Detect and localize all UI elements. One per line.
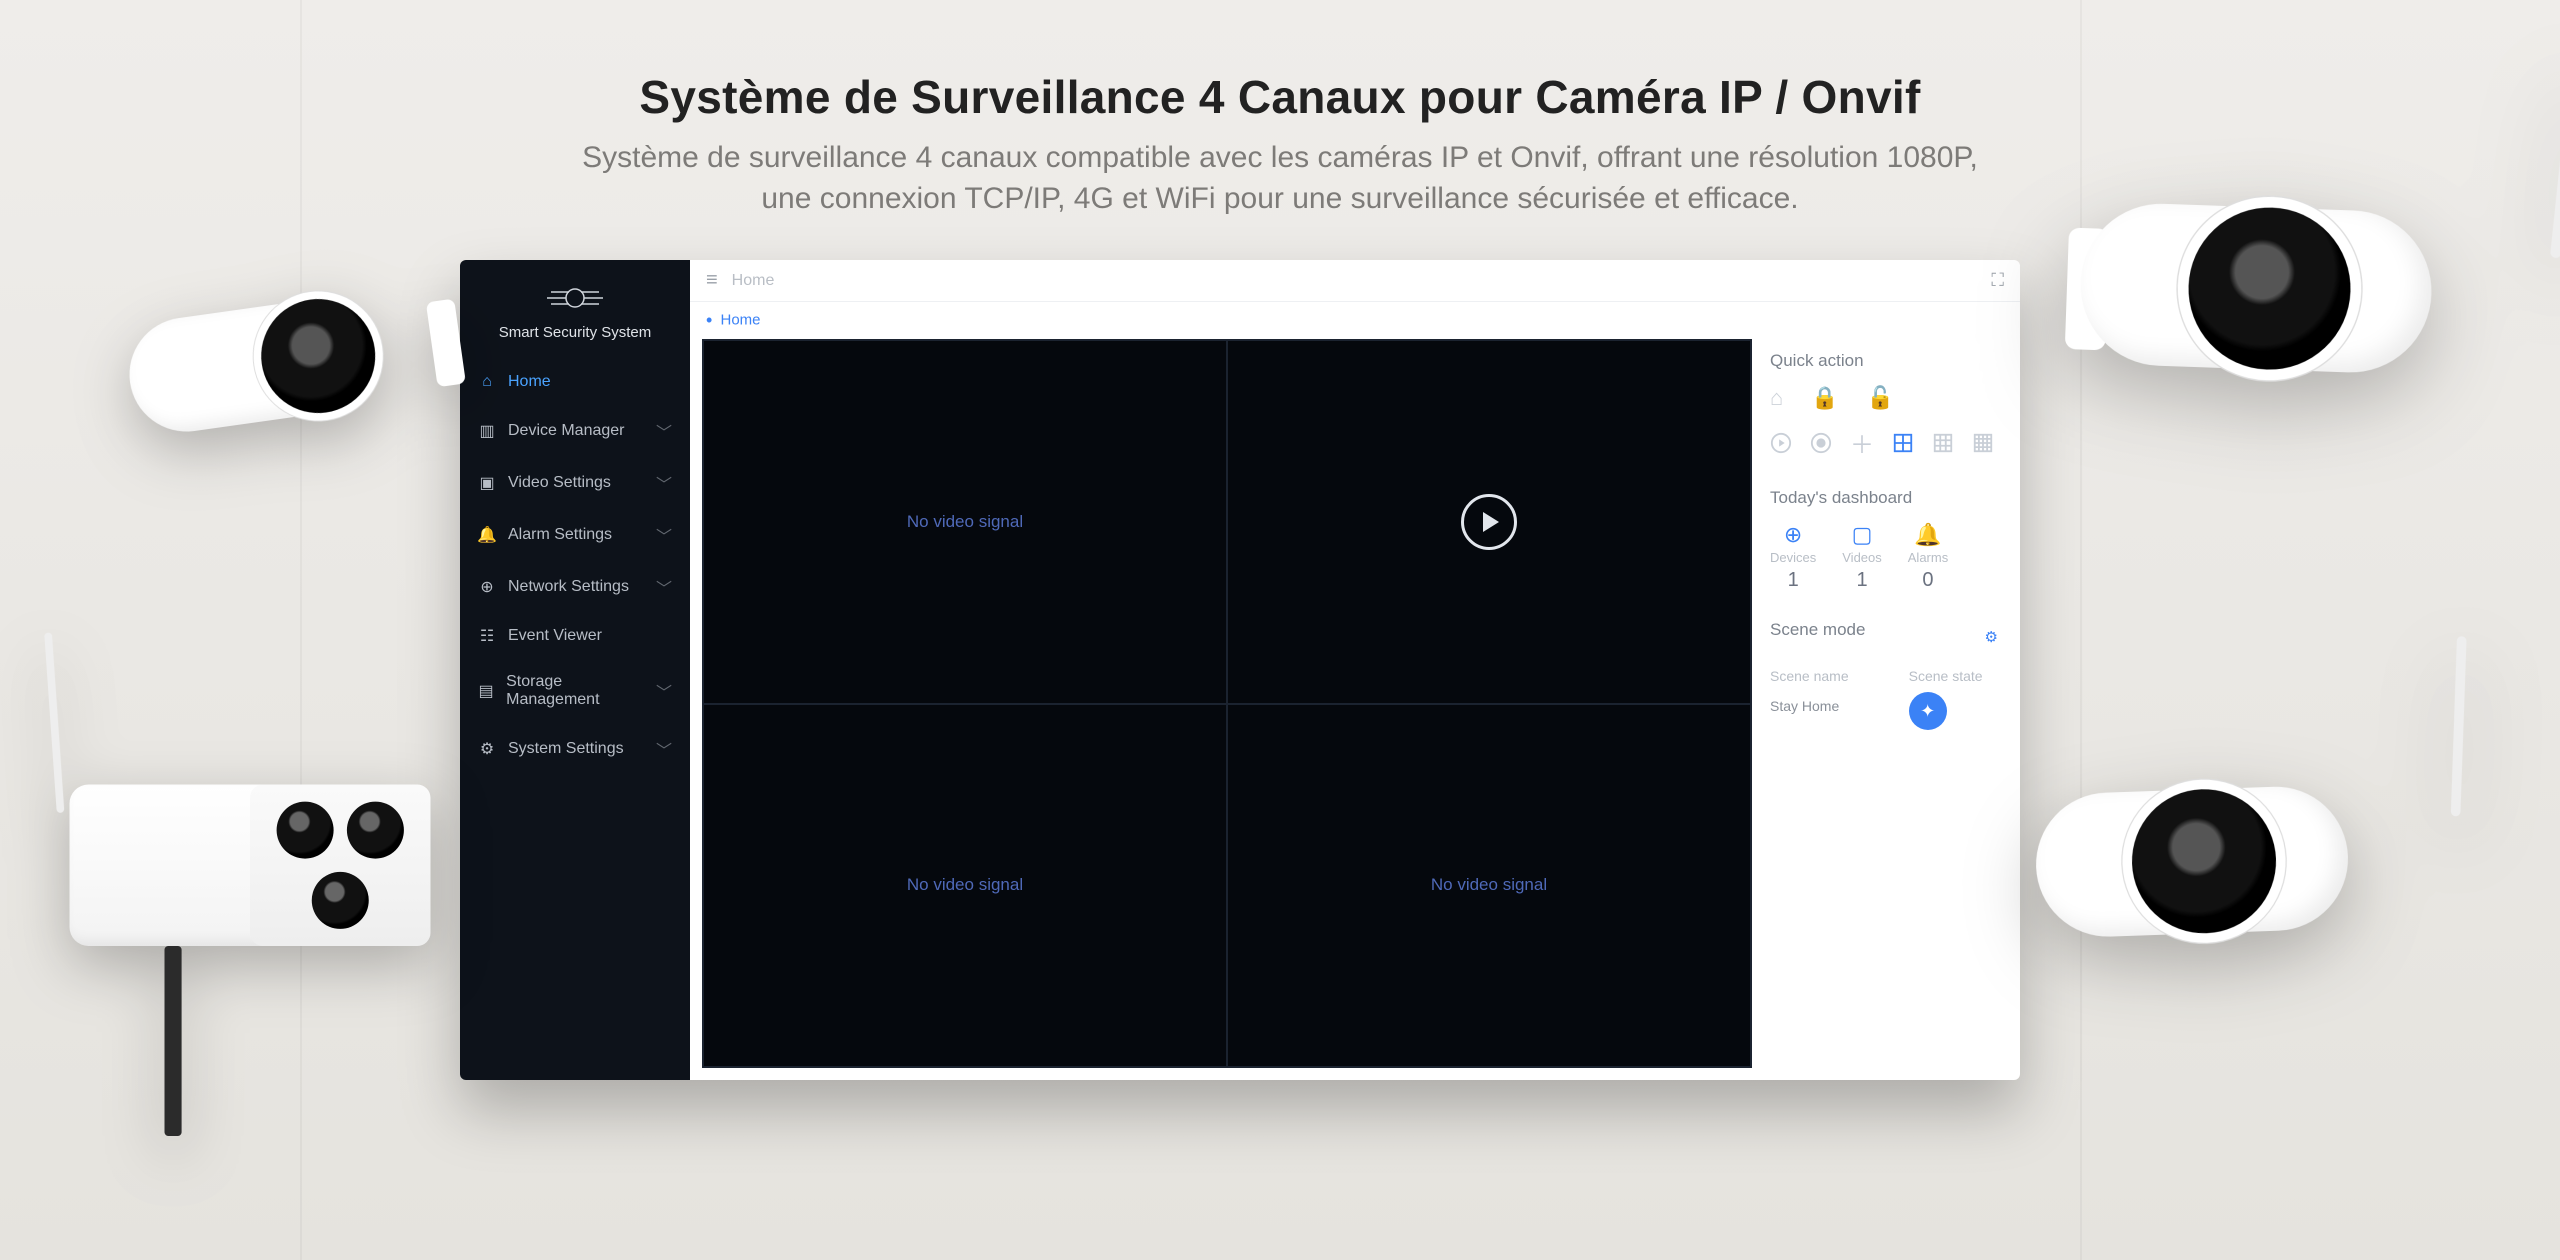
- dash-label: Alarms: [1908, 550, 1948, 565]
- brand: Smart Security System: [460, 260, 690, 351]
- page-title: Système de Surveillance 4 Canaux pour Ca…: [0, 70, 2560, 124]
- scene-toggle-button[interactable]: ✦: [1909, 692, 1947, 730]
- sidebar-item-network-settings[interactable]: ⊕ Network Settings ﹀: [460, 561, 690, 613]
- play-circle-icon[interactable]: [1770, 432, 1792, 454]
- chevron-down-icon: ﹀: [656, 471, 672, 495]
- camera-image-bottom-left: [70, 766, 431, 975]
- unlock-icon[interactable]: 🔓: [1867, 385, 1894, 411]
- camera-image-top-right: [2077, 174, 2543, 406]
- video-icon: ▣: [478, 474, 496, 492]
- layout-3x3-icon[interactable]: [1932, 432, 1954, 454]
- dash-value: 1: [1770, 569, 1816, 592]
- dash-videos: ▢ Videos 1: [1842, 522, 1882, 592]
- bell-icon: 🔔: [478, 526, 496, 544]
- sidebar-item-device-manager[interactable]: ▥ Device Manager ﹀: [460, 405, 690, 457]
- video-cell-3[interactable]: No video signal: [703, 704, 1227, 1068]
- layout-4x4-icon[interactable]: [1972, 432, 1994, 454]
- sidebar-item-label: Video Settings: [508, 474, 611, 492]
- devices-icon: ▥: [478, 422, 496, 440]
- nvr-app-window: Smart Security System ⌂ Home ▥ Device Ma…: [460, 260, 2020, 1080]
- bell-icon: 🔔: [1908, 522, 1948, 548]
- right-panel: Quick action ⌂ 🔒 🔓 ＋: [1752, 339, 2012, 1068]
- sidebar-item-alarm-settings[interactable]: 🔔 Alarm Settings ﹀: [460, 509, 690, 561]
- chevron-down-icon: ﹀: [656, 419, 672, 443]
- globe-icon: ⊕: [478, 578, 496, 596]
- workspace: No video signal No video signal No video…: [690, 335, 2020, 1080]
- sidebar-item-home[interactable]: ⌂ Home: [460, 359, 690, 405]
- chevron-down-icon: ﹀: [656, 679, 672, 703]
- scene-panel: Scene mode ⚙ Scene name Stay Home Scene …: [1770, 620, 1998, 730]
- scene-row-name: Stay Home: [1770, 698, 1849, 714]
- fullscreen-icon[interactable]: ⛶: [1991, 270, 2004, 291]
- topbar-title: Home: [732, 272, 775, 290]
- chevron-down-icon: ﹀: [656, 575, 672, 599]
- dash-label: Videos: [1842, 550, 1882, 565]
- scene-title: Scene mode: [1770, 620, 1865, 640]
- scene-name-header: Scene name: [1770, 668, 1849, 684]
- video-cell-4[interactable]: No video signal: [1227, 704, 1751, 1068]
- chevron-down-icon: ﹀: [656, 523, 672, 547]
- home-outline-icon[interactable]: ⌂: [1770, 385, 1783, 411]
- breadcrumb: • Home: [690, 302, 2020, 335]
- record-icon[interactable]: [1810, 432, 1832, 454]
- play-icon[interactable]: [1461, 494, 1517, 550]
- menu-icon[interactable]: ≡: [706, 269, 718, 292]
- sidebar: Smart Security System ⌂ Home ▥ Device Ma…: [460, 260, 690, 1080]
- list-icon: ☷: [478, 627, 496, 645]
- quick-action-panel: Quick action ⌂ 🔒 🔓 ＋: [1770, 351, 1998, 460]
- layout-2x2-icon[interactable]: [1892, 432, 1914, 454]
- camera-icon: ▢: [1842, 522, 1882, 548]
- dash-value: 1: [1842, 569, 1882, 592]
- sidebar-nav: ⌂ Home ▥ Device Manager ﹀ ▣ Video Settin…: [460, 359, 690, 775]
- home-icon: ⌂: [478, 373, 496, 391]
- add-icon[interactable]: ＋: [1850, 425, 1874, 460]
- gear-icon: ⚙: [478, 740, 496, 758]
- dash-devices: ⊕ Devices 1: [1770, 522, 1816, 592]
- sidebar-item-system-settings[interactable]: ⚙ System Settings ﹀: [460, 723, 690, 775]
- sidebar-item-label: System Settings: [508, 740, 624, 758]
- sidebar-item-video-settings[interactable]: ▣ Video Settings ﹀: [460, 457, 690, 509]
- breadcrumb-home-link[interactable]: Home: [720, 311, 760, 328]
- video-cell-2[interactable]: [1227, 340, 1751, 704]
- dash-value: 0: [1908, 569, 1948, 592]
- sidebar-item-storage-management[interactable]: ▤ Storage Management ﹀: [460, 659, 690, 723]
- dash-label: Devices: [1770, 550, 1816, 565]
- storage-icon: ▤: [478, 682, 494, 700]
- no-signal-text: No video signal: [1431, 875, 1547, 895]
- gear-icon[interactable]: ⚙: [1985, 628, 1998, 646]
- chevron-down-icon: ﹀: [656, 737, 672, 761]
- dash-alarms: 🔔 Alarms 0: [1908, 522, 1948, 592]
- quick-action-title: Quick action: [1770, 351, 1998, 371]
- dashboard-panel: Today's dashboard ⊕ Devices 1 ▢ Videos 1: [1770, 488, 1998, 592]
- brand-name: Smart Security System: [460, 324, 690, 341]
- lock-icon[interactable]: 🔒: [1811, 385, 1838, 411]
- sidebar-item-label: Alarm Settings: [508, 526, 612, 544]
- video-grid: No video signal No video signal No video…: [702, 339, 1752, 1068]
- no-signal-text: No video signal: [907, 512, 1023, 532]
- sidebar-item-label: Device Manager: [508, 422, 625, 440]
- video-cell-1[interactable]: No video signal: [703, 340, 1227, 704]
- topbar: ≡ Home ⛶: [690, 260, 2020, 302]
- sidebar-item-label: Home: [508, 373, 551, 391]
- main-area: ≡ Home ⛶ • Home No video signal No video…: [690, 260, 2020, 1080]
- scene-state-header: Scene state: [1909, 668, 1983, 684]
- camera-image-bottom-right: [2033, 757, 2447, 963]
- sidebar-item-label: Event Viewer: [508, 627, 602, 645]
- sidebar-item-label: Network Settings: [508, 578, 629, 596]
- sidebar-item-label: Storage Management: [506, 673, 644, 709]
- no-signal-text: No video signal: [907, 875, 1023, 895]
- dashboard-title: Today's dashboard: [1770, 488, 1998, 508]
- brand-logo-icon: [545, 278, 605, 318]
- sidebar-item-event-viewer[interactable]: ☷ Event Viewer: [460, 613, 690, 659]
- globe-icon: ⊕: [1770, 522, 1816, 548]
- dot-icon: •: [706, 310, 712, 330]
